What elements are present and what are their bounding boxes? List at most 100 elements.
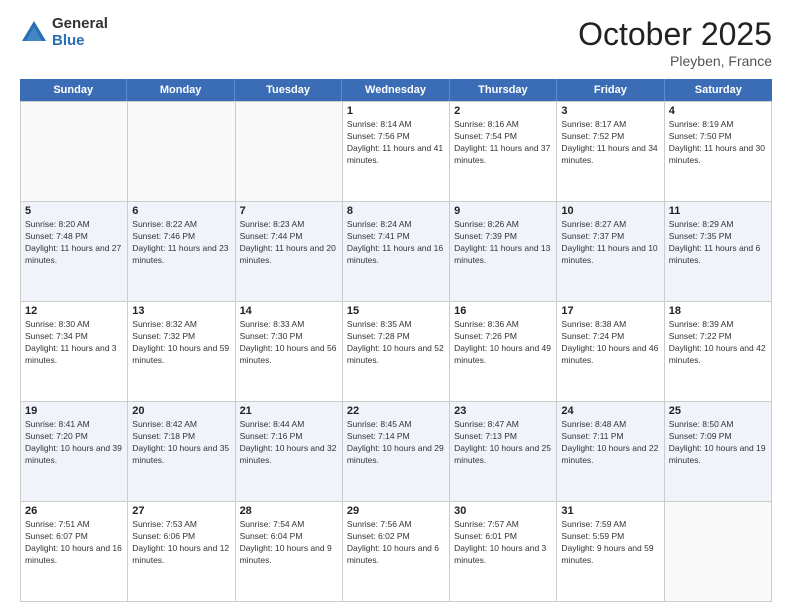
calendar-cell: 25 Sunrise: 8:50 AMSunset: 7:09 PMDayligh… xyxy=(665,402,772,502)
cell-info: Sunrise: 8:22 AMSunset: 7:46 PMDaylight:… xyxy=(132,219,230,267)
cell-day-number: 19 xyxy=(25,405,123,417)
calendar-cell: 4Sunrise: 8:19 AMSunset: 7:50 PMDaylight… xyxy=(665,102,772,202)
cell-info: Sunrise: 7:56 AMSunset: 6:02 PMDaylight:… xyxy=(347,519,445,567)
cell-day-number: 31 xyxy=(561,505,659,517)
cell-day-number: 7 xyxy=(240,205,338,217)
cell-day-number: 30 xyxy=(454,505,552,517)
cell-day-number: 12 xyxy=(25,305,123,317)
calendar-cell xyxy=(128,102,235,202)
logo-text: General Blue xyxy=(52,16,108,49)
cell-info: Sunrise: 8:24 AMSunset: 7:41 PMDaylight:… xyxy=(347,219,445,267)
calendar: SundayMondayTuesdayWednesdayThursdayFrid… xyxy=(20,79,772,602)
cell-day-number: 9 xyxy=(454,205,552,217)
calendar-cell: 18Sunrise: 8:39 AMSunset: 7:22 PMDayligh… xyxy=(665,302,772,402)
cell-info: Sunrise: 8:41 AMSunset: 7:20 PMDaylight:… xyxy=(25,419,123,467)
calendar-header: SundayMondayTuesdayWednesdayThursdayFrid… xyxy=(20,79,772,101)
calendar-cell xyxy=(236,102,343,202)
cell-day-number: 26 xyxy=(25,505,123,517)
cell-day-number: 24 xyxy=(561,405,659,417)
cell-day-number: 23 xyxy=(454,405,552,417)
cell-day-number: 1 xyxy=(347,105,445,117)
header-day-sunday: Sunday xyxy=(20,79,127,101)
cell-day-number: 22 xyxy=(347,405,445,417)
cell-info: Sunrise: 8:16 AMSunset: 7:54 PMDaylight:… xyxy=(454,119,552,167)
calendar-cell: 27 Sunrise: 7:53 AMSunset: 6:06 PMDayligh… xyxy=(128,502,235,602)
cell-day-number: 3 xyxy=(561,105,659,117)
cell-info: Sunrise: 8:35 AMSunset: 7:28 PMDaylight:… xyxy=(347,319,445,367)
calendar-cell: 7 Sunrise: 8:23 AMSunset: 7:44 PMDaylight… xyxy=(236,202,343,302)
calendar-cell: 22Sunrise: 8:45 AMSunset: 7:14 PMDayligh… xyxy=(343,402,450,502)
header-day-friday: Friday xyxy=(557,79,664,101)
cell-info: Sunrise: 8:36 AMSunset: 7:26 PMDaylight:… xyxy=(454,319,552,367)
cell-info: Sunrise: 8:50 AMSunset: 7:09 PMDaylight:… xyxy=(669,419,767,467)
location: Pleyben, France xyxy=(578,53,772,69)
logo: General Blue xyxy=(20,16,108,49)
cell-info: Sunrise: 8:23 AMSunset: 7:44 PMDaylight:… xyxy=(240,219,338,267)
cell-info: Sunrise: 8:44 AMSunset: 7:16 PMDaylight:… xyxy=(240,419,338,467)
cell-info: Sunrise: 8:30 AMSunset: 7:34 PMDaylight:… xyxy=(25,319,123,367)
calendar-cell: 23Sunrise: 8:47 AMSunset: 7:13 PMDayligh… xyxy=(450,402,557,502)
cell-info: Sunrise: 8:17 AMSunset: 7:52 PMDaylight:… xyxy=(561,119,659,167)
cell-day-number: 28 xyxy=(240,505,338,517)
calendar-cell: 24 Sunrise: 8:48 AMSunset: 7:11 PMDayligh… xyxy=(557,402,664,502)
cell-day-number: 13 xyxy=(132,305,230,317)
calendar-row-4: 26 Sunrise: 7:51 AMSunset: 6:07 PMDayligh… xyxy=(21,502,772,602)
calendar-cell: 8 Sunrise: 8:24 AMSunset: 7:41 PMDaylight… xyxy=(343,202,450,302)
cell-day-number: 2 xyxy=(454,105,552,117)
logo-blue: Blue xyxy=(52,33,108,50)
cell-day-number: 25 xyxy=(669,405,767,417)
header-day-wednesday: Wednesday xyxy=(342,79,449,101)
calendar-row-0: 1 Sunrise: 8:14 AMSunset: 7:56 PMDaylight… xyxy=(21,102,772,202)
cell-info: Sunrise: 7:53 AMSunset: 6:06 PMDaylight:… xyxy=(132,519,230,567)
cell-info: Sunrise: 7:51 AMSunset: 6:07 PMDaylight:… xyxy=(25,519,123,567)
calendar-row-3: 19 Sunrise: 8:41 AMSunset: 7:20 PMDayligh… xyxy=(21,402,772,502)
cell-info: Sunrise: 8:38 AMSunset: 7:24 PMDaylight:… xyxy=(561,319,659,367)
calendar-row-1: 5Sunrise: 8:20 AMSunset: 7:48 PMDaylight… xyxy=(21,202,772,302)
calendar-cell: 20Sunrise: 8:42 AMSunset: 7:18 PMDayligh… xyxy=(128,402,235,502)
title-block: October 2025 Pleyben, France xyxy=(578,16,772,69)
calendar-cell: 21 Sunrise: 8:44 AMSunset: 7:16 PMDayligh… xyxy=(236,402,343,502)
calendar-cell: 3 Sunrise: 8:17 AMSunset: 7:52 PMDaylight… xyxy=(557,102,664,202)
calendar-body: 1 Sunrise: 8:14 AMSunset: 7:56 PMDaylight… xyxy=(20,101,772,602)
cell-day-number: 15 xyxy=(347,305,445,317)
logo-icon xyxy=(20,19,48,47)
calendar-cell: 9Sunrise: 8:26 AMSunset: 7:39 PMDaylight… xyxy=(450,202,557,302)
cell-day-number: 21 xyxy=(240,405,338,417)
cell-day-number: 6 xyxy=(132,205,230,217)
cell-day-number: 14 xyxy=(240,305,338,317)
cell-day-number: 4 xyxy=(669,105,767,117)
cell-day-number: 10 xyxy=(561,205,659,217)
cell-day-number: 27 xyxy=(132,505,230,517)
cell-info: Sunrise: 8:48 AMSunset: 7:11 PMDaylight:… xyxy=(561,419,659,467)
calendar-cell: 11Sunrise: 8:29 AMSunset: 7:35 PMDayligh… xyxy=(665,202,772,302)
calendar-cell: 19 Sunrise: 8:41 AMSunset: 7:20 PMDayligh… xyxy=(21,402,128,502)
cell-info: Sunrise: 7:59 AMSunset: 5:59 PMDaylight:… xyxy=(561,519,659,567)
header-day-thursday: Thursday xyxy=(450,79,557,101)
cell-day-number: 17 xyxy=(561,305,659,317)
calendar-cell: 17 Sunrise: 8:38 AMSunset: 7:24 PMDayligh… xyxy=(557,302,664,402)
calendar-cell: 31 Sunrise: 7:59 AMSunset: 5:59 PMDayligh… xyxy=(557,502,664,602)
calendar-cell: 1 Sunrise: 8:14 AMSunset: 7:56 PMDaylight… xyxy=(343,102,450,202)
cell-info: Sunrise: 7:54 AMSunset: 6:04 PMDaylight:… xyxy=(240,519,338,567)
cell-info: Sunrise: 8:14 AMSunset: 7:56 PMDaylight:… xyxy=(347,119,445,167)
cell-day-number: 8 xyxy=(347,205,445,217)
cell-day-number: 18 xyxy=(669,305,767,317)
header-day-tuesday: Tuesday xyxy=(235,79,342,101)
cell-info: Sunrise: 8:20 AMSunset: 7:48 PMDaylight:… xyxy=(25,219,123,267)
cell-day-number: 20 xyxy=(132,405,230,417)
calendar-cell: 13 Sunrise: 8:32 AMSunset: 7:32 PMDayligh… xyxy=(128,302,235,402)
calendar-cell xyxy=(665,502,772,602)
calendar-cell: 14 Sunrise: 8:33 AMSunset: 7:30 PMDayligh… xyxy=(236,302,343,402)
cell-info: Sunrise: 8:32 AMSunset: 7:32 PMDaylight:… xyxy=(132,319,230,367)
calendar-cell: 29 Sunrise: 7:56 AMSunset: 6:02 PMDayligh… xyxy=(343,502,450,602)
cell-info: Sunrise: 8:33 AMSunset: 7:30 PMDaylight:… xyxy=(240,319,338,367)
calendar-cell: 6 Sunrise: 8:22 AMSunset: 7:46 PMDaylight… xyxy=(128,202,235,302)
calendar-cell: 12 Sunrise: 8:30 AMSunset: 7:34 PMDayligh… xyxy=(21,302,128,402)
calendar-cell: 30Sunrise: 7:57 AMSunset: 6:01 PMDayligh… xyxy=(450,502,557,602)
header-day-saturday: Saturday xyxy=(665,79,772,101)
calendar-cell: 16Sunrise: 8:36 AMSunset: 7:26 PMDayligh… xyxy=(450,302,557,402)
cell-info: Sunrise: 8:27 AMSunset: 7:37 PMDaylight:… xyxy=(561,219,659,267)
cell-day-number: 29 xyxy=(347,505,445,517)
calendar-cell: 28 Sunrise: 7:54 AMSunset: 6:04 PMDayligh… xyxy=(236,502,343,602)
header: General Blue October 2025 Pleyben, Franc… xyxy=(20,16,772,69)
